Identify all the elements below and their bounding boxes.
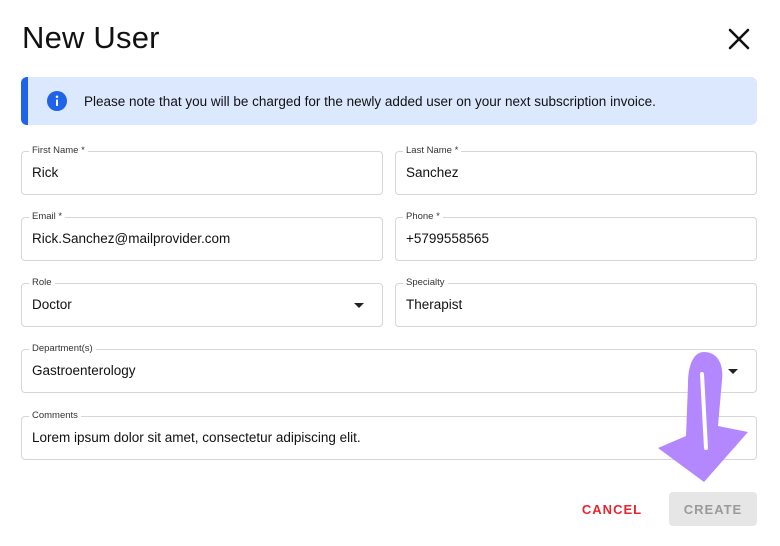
dropdown-arrow-icon[interactable] xyxy=(354,303,364,308)
specialty-value: Therapist xyxy=(406,297,463,312)
close-icon xyxy=(728,28,750,50)
email-field[interactable]: Email * Rick.Sanchez@mailprovider.com xyxy=(21,210,383,261)
dialog-title: New User xyxy=(22,20,160,55)
email-value: Rick.Sanchez@mailprovider.com xyxy=(32,231,231,246)
comments-value: Lorem ipsum dolor sit amet, consectetur … xyxy=(32,430,361,445)
cancel-button[interactable]: CANCEL xyxy=(572,492,652,526)
role-value: Doctor xyxy=(32,297,72,312)
specialty-field[interactable]: Specialty Therapist xyxy=(395,276,757,327)
close-button[interactable] xyxy=(722,22,756,56)
phone-value: +5799558565 xyxy=(406,231,489,246)
first-name-field[interactable]: First Name * Rick xyxy=(21,144,383,195)
billing-alert: Please note that you will be charged for… xyxy=(21,77,757,125)
dropdown-arrow-icon[interactable] xyxy=(728,369,738,374)
departments-value: Gastroenterology xyxy=(32,363,136,378)
new-user-dialog: New User Please note that you will be ch… xyxy=(0,0,780,546)
departments-select[interactable]: Department(s) Gastroenterology xyxy=(21,342,757,393)
comments-field[interactable]: Comments Lorem ipsum dolor sit amet, con… xyxy=(21,409,757,460)
phone-field[interactable]: Phone * +5799558565 xyxy=(395,210,757,261)
role-select[interactable]: Role Doctor xyxy=(21,276,383,327)
last-name-value: Sanchez xyxy=(406,165,459,180)
alert-message: Please note that you will be charged for… xyxy=(84,93,656,109)
info-icon xyxy=(47,91,67,111)
create-button[interactable]: CREATE xyxy=(669,492,757,526)
last-name-field[interactable]: Last Name * Sanchez xyxy=(395,144,757,195)
first-name-value: Rick xyxy=(32,165,59,180)
